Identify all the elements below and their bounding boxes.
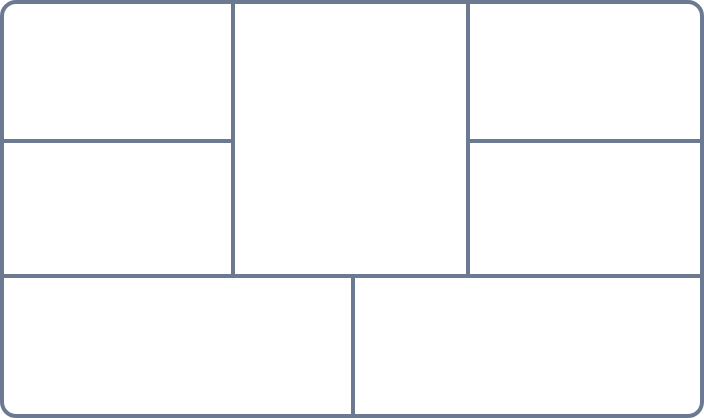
center-tall-cell	[235, 4, 466, 274]
bottom-right-cell	[355, 278, 700, 414]
middle-right-cell	[470, 143, 700, 274]
layout-grid-svg	[0, 0, 704, 418]
top-left-cell	[4, 4, 231, 139]
middle-left-cell	[4, 143, 231, 274]
layout-diagram	[0, 0, 704, 418]
bottom-left-cell	[4, 278, 351, 414]
top-right-cell	[470, 4, 700, 139]
